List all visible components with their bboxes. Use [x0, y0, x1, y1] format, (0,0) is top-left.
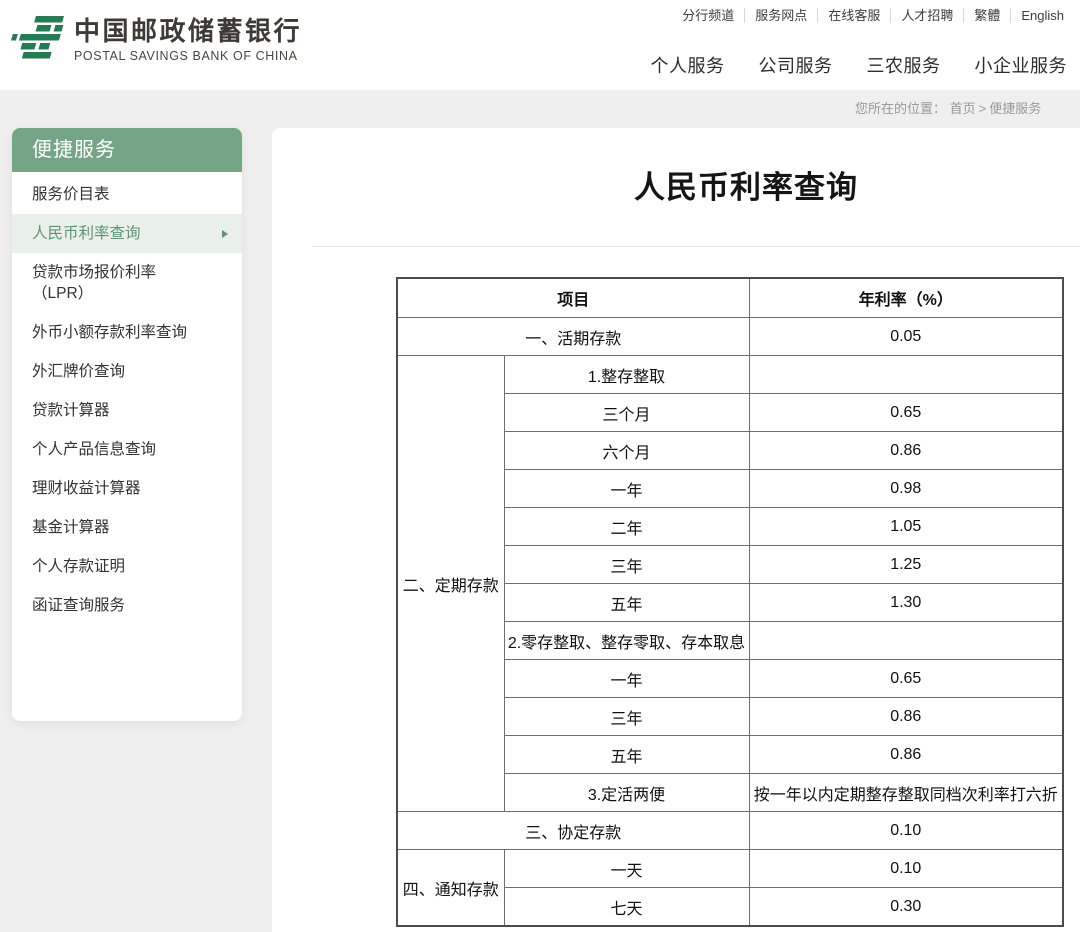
active-item-arrow-icon	[222, 230, 228, 238]
main-nav-link[interactable]: 个人服务	[651, 52, 725, 78]
rate-table-cell	[749, 622, 1063, 660]
rate-table-cell: 一天	[504, 850, 749, 888]
sidebar-item[interactable]: 外汇牌价查询	[12, 352, 242, 391]
rate-table: 项目年利率（%） 一、活期存款0.05二、定期存款1.整存整取三个月0.65六个…	[396, 277, 1064, 927]
breadcrumb-item[interactable]: 便捷服务	[989, 101, 1041, 116]
rate-table-body: 一、活期存款0.05二、定期存款1.整存整取三个月0.65六个月0.86一年0.…	[397, 318, 1063, 927]
rate-table-cell: 按一年以内定期整存整取同档次利率打六折	[749, 774, 1063, 812]
main-nav-link[interactable]: 小企业服务	[975, 52, 1068, 78]
rate-table-cell: 六个月	[504, 432, 749, 470]
rate-table-cell: 0.05	[749, 318, 1063, 356]
main-nav-link[interactable]: 三农服务	[867, 52, 941, 78]
utility-nav: 分行频道服务网点在线客服人才招聘繁體English	[672, 8, 1066, 23]
utility-link[interactable]: English	[1010, 8, 1066, 23]
rate-table-row: 三、协定存款0.10	[397, 812, 1063, 850]
title-divider	[312, 246, 1080, 247]
rate-table-cell: 二年	[504, 508, 749, 546]
rate-table-row: 二、定期存款1.整存整取	[397, 356, 1063, 394]
utility-link[interactable]: 服务网点	[744, 8, 817, 23]
rate-table-cell: 0.98	[749, 470, 1063, 508]
rate-table-cell: 三年	[504, 698, 749, 736]
rate-table-cell: 1.整存整取	[504, 356, 749, 394]
rate-table-cell: 一年	[504, 470, 749, 508]
rate-table-cell: 0.30	[749, 888, 1063, 927]
sidebar-item[interactable]: 贷款市场报价利率 （LPR）	[12, 253, 242, 313]
rate-table-cell: 0.86	[749, 698, 1063, 736]
bank-emblem-icon	[10, 10, 66, 68]
sidebar-item[interactable]: 理财收益计算器	[12, 469, 242, 508]
bank-logo[interactable]: 中国邮政储蓄银行 POSTAL SAVINGS BANK OF CHINA	[10, 10, 302, 68]
rate-table-cell: 0.86	[749, 432, 1063, 470]
rate-table-cell: 1.05	[749, 508, 1063, 546]
page-title: 人民币利率查询	[272, 166, 1080, 210]
rate-table-cell: 五年	[504, 736, 749, 774]
rate-table-cell: 0.10	[749, 850, 1063, 888]
rate-table-cell: 一年	[504, 660, 749, 698]
site-header: 中国邮政储蓄银行 POSTAL SAVINGS BANK OF CHINA 分行…	[0, 0, 1080, 90]
sidebar-item[interactable]: 个人存款证明	[12, 547, 242, 586]
sidebar-item[interactable]: 函证查询服务	[12, 586, 242, 625]
sidebar: 便捷服务 服务价目表人民币利率查询贷款市场报价利率 （LPR）外币小额存款利率查…	[12, 128, 242, 721]
utility-link[interactable]: 在线客服	[817, 8, 890, 23]
rate-table-cell: 三、协定存款	[397, 812, 749, 850]
main-nav: 个人服务 公司服务 三农服务 小企业服务	[651, 52, 1068, 78]
rate-table-cell: 0.65	[749, 394, 1063, 432]
rate-table-header-row: 项目年利率（%）	[397, 278, 1063, 318]
rate-table-row: 一、活期存款0.05	[397, 318, 1063, 356]
rate-table-cell: 1.25	[749, 546, 1063, 584]
bank-name-en: POSTAL SAVINGS BANK OF CHINA	[74, 49, 302, 63]
rate-table-cell: 一、活期存款	[397, 318, 749, 356]
breadcrumb-separator: >	[976, 101, 990, 116]
rate-table-cell: 七天	[504, 888, 749, 927]
rate-table-head: 项目年利率（%）	[397, 278, 1063, 318]
breadcrumb-item[interactable]: 首页	[950, 101, 976, 116]
rate-table-cell	[749, 356, 1063, 394]
rate-table-header-cell: 项目	[397, 278, 749, 318]
sidebar-menu: 服务价目表人民币利率查询贷款市场报价利率 （LPR）外币小额存款利率查询外汇牌价…	[12, 172, 242, 625]
sidebar-item[interactable]: 服务价目表	[12, 175, 242, 214]
rate-table-cell: 四、通知存款	[397, 850, 504, 927]
main-nav-link[interactable]: 公司服务	[759, 52, 833, 78]
rate-table-cell: 3.定活两便	[504, 774, 749, 812]
rate-table-cell: 0.86	[749, 736, 1063, 774]
bank-name-cn: 中国邮政储蓄银行	[74, 16, 302, 46]
utility-link[interactable]: 分行频道	[672, 8, 744, 23]
sidebar-item[interactable]: 基金计算器	[12, 508, 242, 547]
sidebar-item[interactable]: 外币小额存款利率查询	[12, 313, 242, 352]
rate-table-header-cell: 年利率（%）	[749, 278, 1063, 318]
sidebar-item[interactable]: 人民币利率查询	[12, 214, 242, 253]
sidebar-item[interactable]: 贷款计算器	[12, 391, 242, 430]
rate-table-cell: 1.30	[749, 584, 1063, 622]
main-content-panel: 人民币利率查询 项目年利率（%） 一、活期存款0.05二、定期存款1.整存整取三…	[272, 128, 1080, 932]
breadcrumb: 您所在的位置： 首页>便捷服务	[855, 98, 1041, 117]
rate-table-cell: 0.10	[749, 812, 1063, 850]
sidebar-title: 便捷服务	[12, 128, 242, 172]
rate-table-cell: 2.零存整取、整存零取、存本取息	[504, 622, 749, 660]
rate-table-cell: 五年	[504, 584, 749, 622]
rate-table-cell: 二、定期存款	[397, 356, 504, 812]
utility-link[interactable]: 人才招聘	[890, 8, 963, 23]
sidebar-item[interactable]: 个人产品信息查询	[12, 430, 242, 469]
rate-table-cell: 三年	[504, 546, 749, 584]
breadcrumb-prefix: 您所在的位置：	[855, 101, 946, 116]
utility-link[interactable]: 繁體	[963, 8, 1010, 23]
rate-table-cell: 0.65	[749, 660, 1063, 698]
rate-table-row: 四、通知存款一天0.10	[397, 850, 1063, 888]
rate-table-cell: 三个月	[504, 394, 749, 432]
